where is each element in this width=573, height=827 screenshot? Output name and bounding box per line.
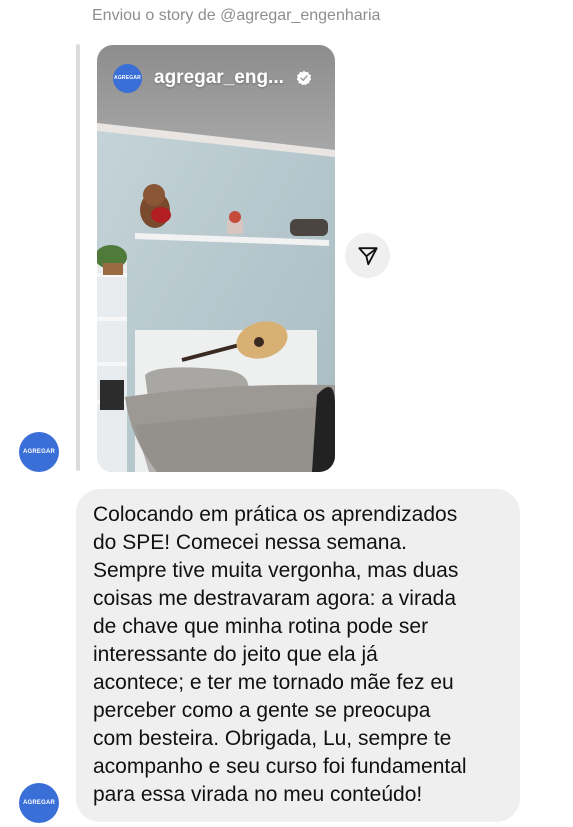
sender-avatar[interactable]: AGREGAR xyxy=(19,783,59,823)
message-text: Colocando em prática os aprendizados do … xyxy=(93,503,467,806)
story-reply-caption: Enviou o story de @agregar_engenharia xyxy=(92,7,381,24)
story-avatar[interactable]: AGREGAR xyxy=(113,63,142,93)
story-preview[interactable]: AGREGAR agregar_eng... xyxy=(97,45,335,472)
story-username[interactable]: agregar_eng... xyxy=(154,67,284,89)
message-bubble[interactable]: Colocando em prática os aprendizados do … xyxy=(76,489,520,822)
share-button[interactable] xyxy=(345,233,390,278)
dm-thread: Enviou o story de @agregar_engenharia AG… xyxy=(0,0,573,827)
story-header: AGREGAR agregar_eng... xyxy=(113,63,323,93)
story-photo xyxy=(97,45,335,472)
send-icon xyxy=(357,246,378,265)
sender-avatar[interactable]: AGREGAR xyxy=(19,432,59,472)
reply-indicator-bar xyxy=(76,44,80,471)
verified-badge-icon xyxy=(296,70,312,86)
